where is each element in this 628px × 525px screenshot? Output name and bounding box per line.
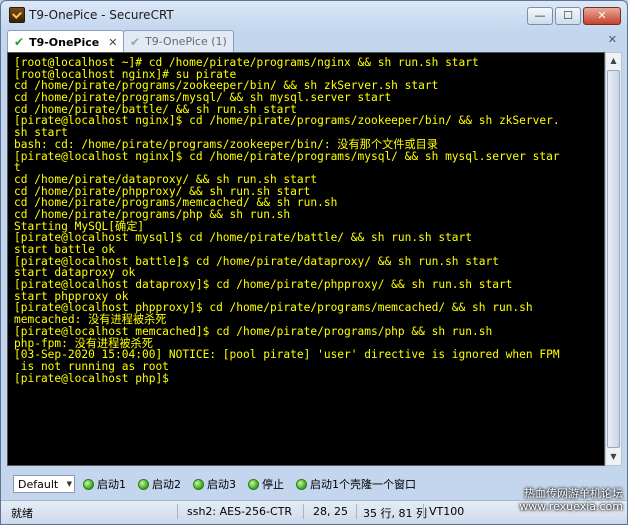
- green-circle-icon: [248, 478, 259, 490]
- green-circle-icon: [138, 478, 149, 490]
- terminal-scrollbar[interactable]: ▲ ▼: [605, 52, 622, 466]
- button-bar-select-value: Default: [18, 477, 59, 491]
- button-start2[interactable]: 启动2: [134, 474, 185, 494]
- terminal-line: [pirate@localhost dataproxy]$ cd /home/p…: [14, 278, 513, 292]
- terminal-line: cd /home/pirate/programs/php && sh run.s…: [14, 207, 291, 221]
- status-divider: [423, 504, 424, 519]
- tab-close-icon[interactable]: ✕: [108, 36, 117, 49]
- terminal-line: [pirate@localhost php]$: [14, 371, 176, 385]
- terminal-line: cd /home/pirate/dataproxy/ && sh run.sh …: [14, 172, 318, 186]
- terminal-line: [pirate@localhost nginx]$ cd /home/pirat…: [14, 114, 560, 128]
- status-terminal-type: VT100: [429, 505, 465, 518]
- button-label: 停止: [262, 478, 284, 491]
- status-divider: [303, 504, 304, 519]
- title-bar[interactable]: T9-OnePice - SecureCRT — ☐ ✕: [1, 1, 627, 29]
- terminal-line: bash: cd: /home/pirate/programs/zookeepe…: [14, 137, 438, 151]
- close-tab-icon[interactable]: ✕: [608, 33, 617, 46]
- green-circle-icon: [83, 478, 94, 490]
- terminal-line: start battle ok: [14, 243, 116, 256]
- minimize-button[interactable]: —: [527, 7, 553, 25]
- button-start1-clone-window[interactable]: 启动1个壳隆一个窗口: [292, 474, 420, 494]
- button-label: 启动1个壳隆一个窗口: [310, 478, 416, 491]
- securecrt-window: T9-OnePice - SecureCRT — ☐ ✕ ✔ T9-OnePic…: [0, 0, 628, 525]
- button-label: 启动2: [152, 478, 181, 491]
- button-start1[interactable]: 启动1: [79, 474, 130, 494]
- status-rows-cols: 35 行, 81 列: [363, 507, 427, 520]
- status-ready: 就绪: [11, 507, 33, 520]
- status-cipher: ssh2: AES-256-CTR: [187, 505, 293, 518]
- window-title: T9-OnePice - SecureCRT: [29, 8, 174, 22]
- securecrt-app-icon: [9, 7, 25, 23]
- status-cursor-position: 28, 25: [313, 505, 348, 518]
- button-start3[interactable]: 启动3: [189, 474, 240, 494]
- connected-check-icon: ✔: [130, 34, 141, 49]
- terminal-line: [pirate@localhost memcached]$ cd /home/p…: [14, 324, 493, 338]
- watermark-line2: www.rexuexia.com: [519, 500, 623, 513]
- maximize-button[interactable]: ☐: [555, 7, 581, 25]
- chevron-down-icon: ▼: [66, 480, 72, 488]
- scrollbar-thumb[interactable]: [607, 70, 620, 448]
- button-label: 启动1: [97, 478, 126, 491]
- tab-label: T9-OnePice (1): [145, 35, 227, 48]
- terminal-line: [pirate@localhost nginx]$ cd /home/pirat…: [14, 149, 560, 163]
- green-circle-icon: [193, 478, 204, 490]
- button-bar-select[interactable]: Default ▼: [13, 475, 75, 493]
- site-watermark: 热血传网游单机论坛 www.rexuexia.com: [501, 487, 623, 521]
- connected-check-icon: ✔: [14, 35, 25, 49]
- watermark-line1: 热血传网游单机论坛: [524, 487, 623, 500]
- status-divider: [177, 504, 178, 519]
- button-label: 启动3: [207, 478, 236, 491]
- terminal-output[interactable]: [root@localhost ~]# cd /home/pirate/prog…: [7, 52, 605, 466]
- terminal-line: cd /home/pirate/programs/mysql/ && sh my…: [14, 91, 392, 105]
- terminal-line: is not running as root: [14, 359, 169, 373]
- scroll-up-arrow-icon[interactable]: ▲: [606, 53, 621, 69]
- close-button[interactable]: ✕: [583, 7, 621, 25]
- status-divider: [356, 504, 357, 519]
- button-stop[interactable]: 停止: [244, 474, 288, 494]
- tab-t9-onepice[interactable]: ✔ T9-OnePice ✕: [7, 30, 125, 53]
- session-tab-bar: ✔ T9-OnePice ✕ ✔ T9-OnePice (1) ✕: [7, 30, 621, 53]
- scroll-down-arrow-icon[interactable]: ▼: [606, 449, 621, 465]
- green-circle-icon: [296, 478, 307, 490]
- tab-label: T9-OnePice: [29, 35, 100, 49]
- terminal-line: [root@localhost ~]# cd /home/pirate/prog…: [14, 56, 479, 69]
- tab-t9-onepice-1[interactable]: ✔ T9-OnePice (1): [123, 30, 234, 52]
- window-controls: — ☐ ✕: [527, 7, 621, 25]
